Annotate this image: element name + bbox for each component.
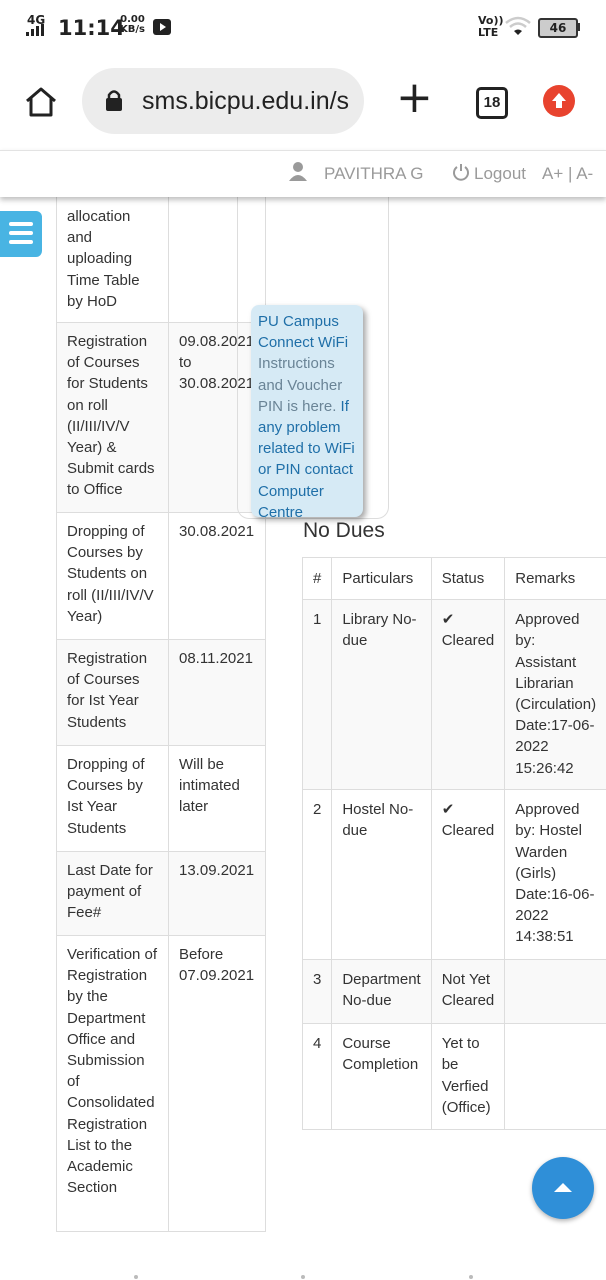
table-row: 1 Library No-due ✔ Cleared Approved by: …	[301, 599, 606, 791]
remarks-cell: Approved by: Hostel Warden (Girls) Date:…	[504, 789, 606, 961]
menu-button[interactable]	[0, 211, 42, 257]
url-text: sms.bicpu.edu.in/s	[142, 87, 350, 115]
chevron-up-icon	[554, 1183, 572, 1192]
battery-tip	[577, 23, 580, 31]
battery-icon: 46	[538, 18, 578, 38]
status-cell: ✔ Cleared	[430, 599, 506, 791]
table-row: 3 Department No-due Not Yet Cleared	[301, 959, 606, 1025]
wifi-icon	[505, 16, 531, 35]
browser-toolbar: sms.bicpu.edu.in/s + 18	[0, 56, 606, 150]
row-number: 1	[301, 599, 333, 791]
status-text: Cleared	[441, 632, 495, 650]
row-number: 3	[301, 959, 333, 1025]
schedule-table: allocation and uploading Time Table by H…	[56, 155, 266, 1233]
date-cell: Before 07.09.2021	[168, 935, 266, 1233]
wifi-notice-title[interactable]: PU Campus Connect WiFi	[258, 313, 348, 351]
signal-icon	[26, 24, 44, 36]
row-number: 4	[301, 1023, 333, 1131]
lock-icon	[106, 90, 122, 111]
remarks-cell: Approved by: Assistant Librarian (Circul…	[504, 599, 606, 791]
event-cell: Last Date for payment of Fee#	[56, 851, 169, 937]
particular-cell: Hostel No-due	[331, 789, 432, 961]
particular-cell: Department No-due	[331, 959, 432, 1025]
upload-icon[interactable]	[543, 85, 575, 117]
table-row: Verification of Registration by the Depa…	[56, 935, 266, 1233]
plus-icon[interactable]: +	[396, 76, 433, 120]
event-cell: Dropping of Courses by Ist Year Students	[56, 745, 169, 853]
tabs-icon[interactable]: 18	[476, 87, 508, 119]
event-cell: Verification of Registration by the Depa…	[56, 935, 169, 1233]
table-row: Dropping of Courses by Students on roll …	[56, 512, 266, 641]
status-bar: 4G 11:14 0.00 KB/s Vo)) LTE 46	[0, 0, 606, 56]
event-cell: Registration of Courses for Students on …	[56, 322, 169, 514]
status-cell: Yet to be Verfied (Office)	[430, 1023, 506, 1131]
user-name: PAVITHRA G	[324, 164, 424, 183]
column-header: Status	[430, 556, 506, 601]
user-icon	[289, 162, 307, 181]
column-header: #	[301, 556, 333, 601]
column-header: Remarks	[504, 556, 606, 601]
date-cell: 08.11.2021	[168, 639, 266, 747]
status-text: Cleared	[441, 822, 495, 840]
logout-label: Logout	[474, 164, 526, 183]
nav-dot	[469, 1275, 473, 1279]
checkmark-icon: ✔	[441, 800, 455, 819]
table-row: 4 Course Completion Yet to be Verfied (O…	[301, 1023, 606, 1131]
table-row: 2 Hostel No-due ✔ Cleared Approved by: H…	[301, 789, 606, 961]
scroll-top-button[interactable]	[532, 1157, 594, 1219]
wifi-notice-contact[interactable]: If any problem related to WiFi or PIN co…	[258, 398, 355, 517]
table-row: Registration of Courses for Ist Year Stu…	[56, 639, 266, 747]
nav-dot	[301, 1275, 305, 1279]
event-cell: Dropping of Courses by Students on roll …	[56, 512, 169, 641]
network-speed: 0.00 KB/s	[120, 14, 145, 35]
checkmark-icon: ✔	[441, 610, 455, 629]
table-row: Dropping of Courses by Ist Year Students…	[56, 745, 266, 853]
date-cell: 13.09.2021	[168, 851, 266, 937]
status-cell: Not Yet Cleared	[430, 959, 506, 1025]
wifi-notice-body: Instructions and Voucher PIN is here.	[258, 355, 343, 415]
nav-dot	[134, 1275, 138, 1279]
wifi-notice-popup[interactable]: PU Campus Connect WiFi Instructions and …	[251, 305, 363, 517]
volte-indicator: Vo)) LTE	[478, 14, 504, 39]
site-header: PAVITHRA G Logout A+ | A-	[0, 150, 606, 197]
date-cell: 30.08.2021	[168, 512, 266, 641]
table-row: Last Date for payment of Fee# 13.09.2021	[56, 851, 266, 937]
dues-table: # Particulars Status Remarks 1 Library N…	[301, 556, 606, 1131]
column-header: Particulars	[331, 556, 432, 601]
remarks-cell	[504, 959, 606, 1025]
status-cell: ✔ Cleared	[430, 789, 506, 961]
event-cell: Registration of Courses for Ist Year Stu…	[56, 639, 169, 747]
youtube-icon	[153, 19, 171, 35]
table-row: Registration of Courses for Students on …	[56, 322, 266, 514]
address-bar[interactable]: sms.bicpu.edu.in/s	[82, 68, 364, 134]
font-size-controls[interactable]: A+ | A-	[542, 164, 593, 184]
date-cell: Will be intimated later	[168, 745, 266, 853]
remarks-cell	[504, 1023, 606, 1131]
power-icon	[453, 164, 469, 181]
particular-cell: Library No-due	[331, 599, 432, 791]
dues-title: No Dues	[303, 519, 385, 542]
particular-cell: Course Completion	[331, 1023, 432, 1131]
table-header-row: # Particulars Status Remarks	[301, 556, 606, 601]
clock: 11:14	[58, 16, 125, 40]
row-number: 2	[301, 789, 333, 961]
home-icon[interactable]	[24, 86, 58, 118]
